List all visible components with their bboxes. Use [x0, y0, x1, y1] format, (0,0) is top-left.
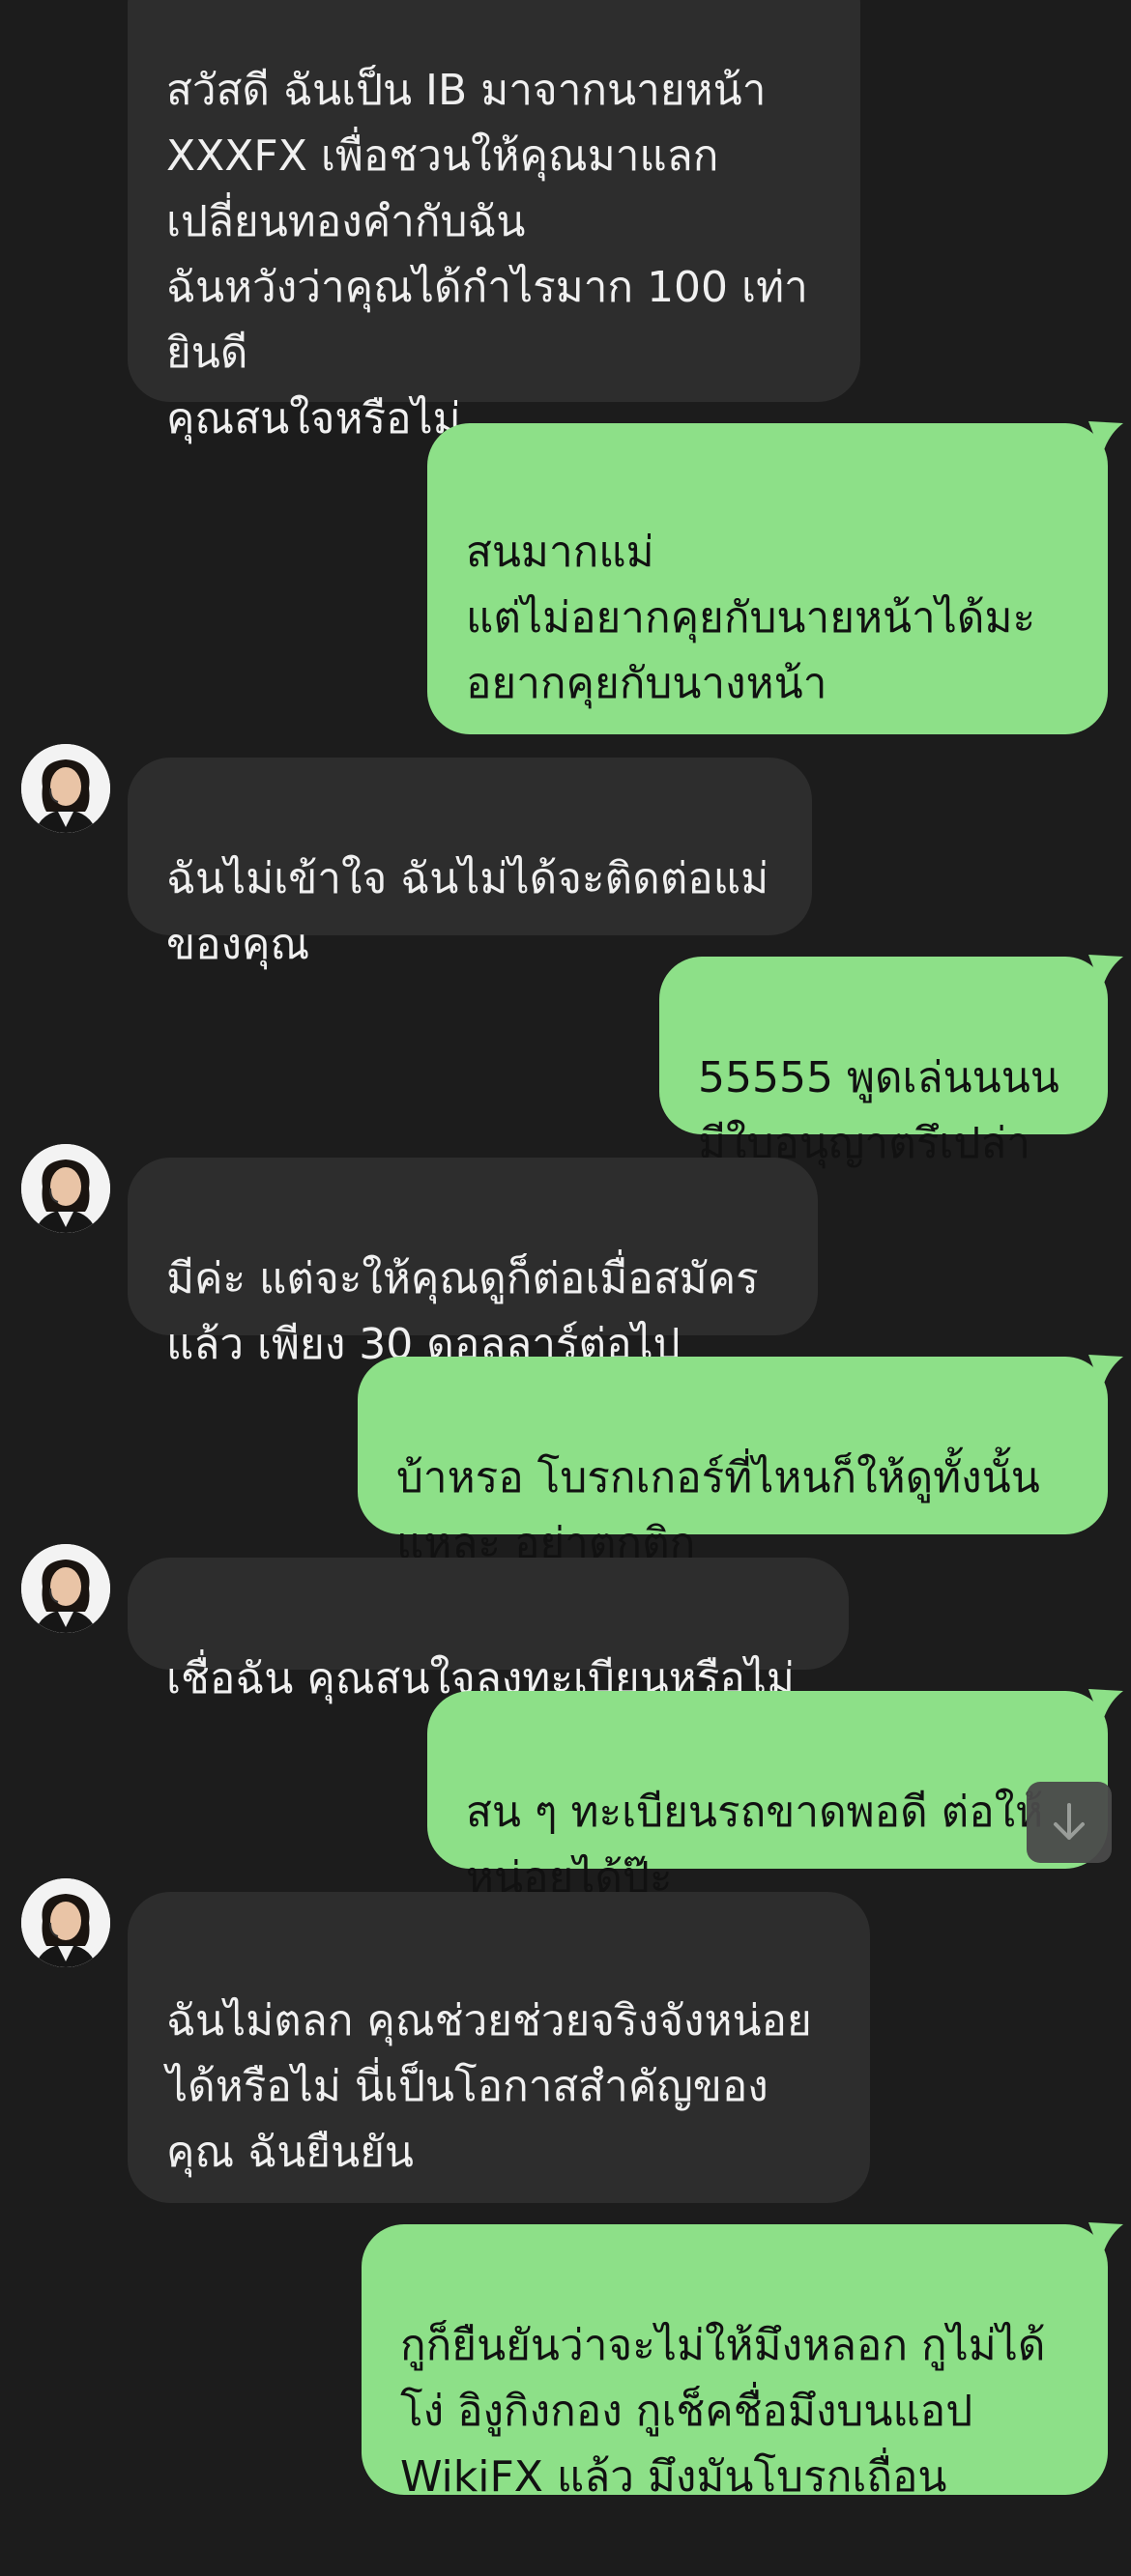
outgoing-message[interactable]: กูก็ยืนยันว่าจะไม่ให้มึงหลอก กูไม่ได้ โง…	[362, 2224, 1108, 2502]
agent-avatar-icon[interactable]	[21, 1144, 110, 1233]
chat-thread[interactable]: สวัสดี ฉันเป็น IB มาจากนายหน้า XXXFX เพื…	[0, 0, 1131, 2502]
incoming-message[interactable]: ฉันไม่ตลก คุณช่วยช่วยจริงจังหน่อย ได้หรื…	[128, 1892, 870, 2203]
bubble-tail	[1088, 1355, 1123, 1389]
agent-avatar-icon[interactable]	[21, 1878, 110, 1967]
bubble-tail	[1088, 1689, 1123, 1724]
agent-avatar-icon[interactable]	[21, 744, 110, 833]
bubble-tail	[1088, 421, 1123, 456]
incoming-message[interactable]: มีค่ะ แต่จะให้คุณดูก็ต่อเมื่อสมัคร แล้ว …	[128, 1158, 818, 1369]
incoming-message[interactable]: เชื่อฉัน คุณสนใจลงทะเบียนหรือไม่	[128, 1558, 849, 1703]
message-text: สวัสดี ฉันเป็น IB มาจากนายหน้า XXXFX เพื…	[166, 66, 808, 444]
incoming-message[interactable]: ฉันไม่เข้าใจ ฉันไม่ได้จะติดต่อแม่ ของคุณ	[128, 758, 812, 969]
agent-avatar-icon[interactable]	[21, 1544, 110, 1633]
scroll-to-bottom-button[interactable]	[1027, 1782, 1112, 1863]
outgoing-message[interactable]: บ้าหรอ โบรกเกอร์ที่ไหนก็ให้ดูทั้งนั้น แห…	[358, 1357, 1108, 1568]
outgoing-message[interactable]: สน ๆ ทะเบียนรถขาดพอดี ต่อให้ หน่อยได้ป๊ะ	[427, 1691, 1108, 1903]
bubble-tail	[1088, 955, 1123, 989]
incoming-message[interactable]: สวัสดี ฉันเป็น IB มาจากนายหน้า XXXFX เพื…	[128, 0, 860, 444]
message-text: สนมากแม่ แต่ไม่อยากคุยกับนายหน้าได้มะ อย…	[466, 528, 1036, 708]
message-text: ฉันไม่เข้าใจ ฉันไม่ได้จะติดต่อแม่ ของคุณ	[166, 854, 769, 969]
bubble-tail	[1088, 2222, 1123, 2257]
outgoing-message[interactable]: สนมากแม่ แต่ไม่อยากคุยกับนายหน้าได้มะ อย…	[427, 423, 1108, 734]
message-text: ฉันไม่ตลก คุณช่วยช่วยจริงจังหน่อย ได้หรื…	[166, 1996, 812, 2177]
message-text: กูก็ยืนยันว่าจะไม่ให้มึงหลอก กูไม่ได้ โง…	[400, 2321, 1046, 2502]
outgoing-message[interactable]: 55555 พูดเล่นนนน มีใบอนุญาตรึเปล่า	[659, 957, 1108, 1168]
arrow-down-icon	[1054, 1803, 1085, 1840]
